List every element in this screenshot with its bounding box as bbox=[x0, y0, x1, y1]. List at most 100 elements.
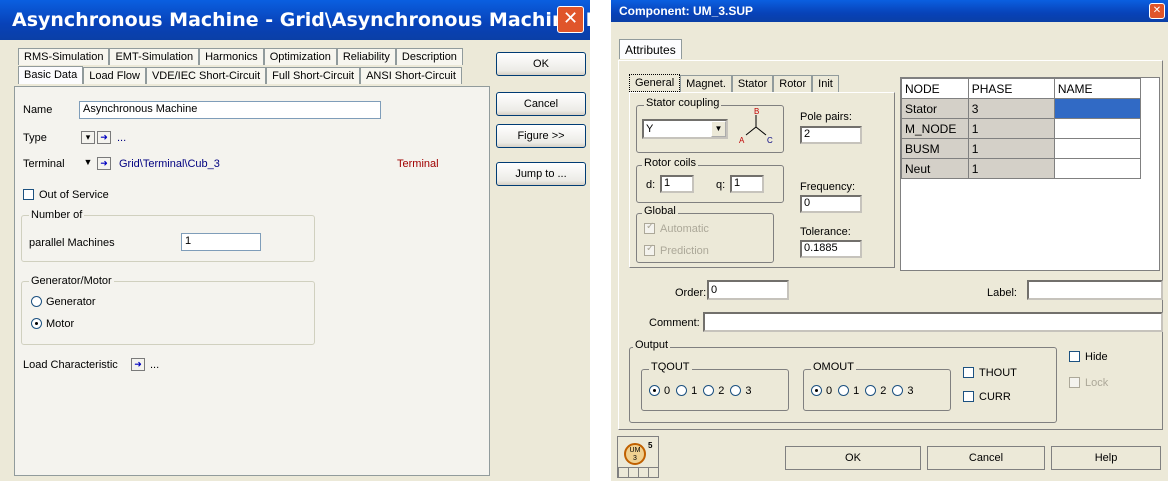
curr-checkbox[interactable]: CURR bbox=[963, 391, 1011, 403]
type-jump-arrow-icon[interactable]: ➜ bbox=[97, 131, 111, 144]
terminal-select-icon[interactable]: ▼ bbox=[81, 157, 95, 170]
tab-rotor[interactable]: Rotor bbox=[773, 75, 813, 92]
cell-phase[interactable]: 1 bbox=[967, 118, 1055, 139]
tqout-radio-2-icon[interactable] bbox=[703, 385, 715, 396]
component-help-button[interactable]: Help bbox=[1051, 446, 1161, 470]
generator-motor-group bbox=[21, 281, 315, 345]
component-symbol-icon[interactable]: UM 3 5 bbox=[617, 436, 659, 478]
tqout-radio-3[interactable]: 3 bbox=[730, 385, 752, 397]
cell-phase[interactable]: 1 bbox=[967, 138, 1055, 159]
cell-phase[interactable]: 1 bbox=[967, 158, 1055, 179]
tab-init[interactable]: Init bbox=[812, 75, 839, 92]
tab-magnet[interactable]: Magnet. bbox=[680, 75, 732, 92]
cell-phase[interactable]: 3 bbox=[967, 98, 1055, 119]
omout-radio-1[interactable]: 1 bbox=[838, 385, 859, 397]
name-field[interactable]: Asynchronous Machine bbox=[79, 101, 381, 119]
ok-button[interactable]: OK bbox=[496, 52, 586, 76]
table-row[interactable]: BUSM 1 bbox=[901, 138, 1142, 159]
tqout-radio-0-icon[interactable] bbox=[649, 385, 660, 396]
cell-name[interactable] bbox=[1053, 138, 1142, 159]
pole-pairs-field[interactable]: 2 bbox=[800, 126, 862, 144]
tab-vde-iec-short-circuit[interactable]: VDE/IEC Short-Circuit bbox=[145, 67, 267, 84]
table-row[interactable]: M_NODE 1 bbox=[901, 118, 1142, 139]
hide-checkbox[interactable]: Hide bbox=[1069, 351, 1108, 363]
cell-node[interactable]: M_NODE bbox=[901, 118, 969, 139]
component-title-bar[interactable]: Component: UM_3.SUP bbox=[611, 0, 1168, 22]
table-row[interactable]: Stator 3 bbox=[901, 98, 1142, 119]
d-field[interactable]: 1 bbox=[660, 175, 694, 193]
tqout-radio-0[interactable]: 0 bbox=[649, 385, 670, 397]
tqout-radio-1-icon[interactable] bbox=[676, 385, 688, 396]
terminal-jump-arrow-icon[interactable]: ➜ bbox=[97, 157, 111, 170]
cell-node[interactable]: Stator bbox=[901, 98, 969, 119]
curr-check-icon[interactable] bbox=[963, 391, 974, 402]
tab-basic-data[interactable]: Basic Data bbox=[18, 66, 84, 84]
tab-reliability[interactable]: Reliability bbox=[336, 48, 396, 65]
hide-check-icon[interactable] bbox=[1069, 351, 1080, 362]
table-row[interactable]: Neut 1 bbox=[901, 158, 1142, 179]
close-icon[interactable]: ✕ bbox=[557, 6, 584, 33]
tqout-radio-3-label: 3 bbox=[745, 385, 752, 397]
motor-radio-icon[interactable] bbox=[31, 318, 42, 329]
cell-name[interactable] bbox=[1053, 158, 1142, 179]
tab-emt-simulation[interactable]: EMT-Simulation bbox=[109, 48, 200, 65]
omout-radio-0-icon[interactable] bbox=[811, 385, 822, 396]
tqout-radio-2[interactable]: 2 bbox=[703, 385, 724, 397]
terminal-value[interactable]: Grid\Terminal\Cub_3 bbox=[119, 158, 220, 170]
generator-radio[interactable]: Generator bbox=[31, 296, 96, 308]
tab-ansi-short-circuit[interactable]: ANSI Short-Circuit bbox=[360, 67, 462, 84]
omout-radio-2[interactable]: 2 bbox=[865, 385, 886, 397]
thout-check-icon[interactable] bbox=[963, 367, 974, 378]
tab-general[interactable]: General bbox=[629, 74, 681, 92]
omout-radio-1-icon[interactable] bbox=[838, 385, 850, 396]
cell-node[interactable]: Neut bbox=[901, 158, 969, 179]
type-select-icon[interactable]: ▾ bbox=[81, 131, 95, 144]
tab-optimization[interactable]: Optimization bbox=[263, 48, 337, 65]
cell-node[interactable]: BUSM bbox=[901, 138, 969, 159]
tab-load-flow[interactable]: Load Flow bbox=[83, 67, 146, 84]
cancel-button[interactable]: Cancel bbox=[496, 92, 586, 116]
tab-full-short-circuit[interactable]: Full Short-Circuit bbox=[266, 67, 361, 84]
q-field[interactable]: 1 bbox=[730, 175, 764, 193]
dropdown-arrow-icon[interactable]: ▼ bbox=[711, 121, 726, 137]
load-characteristic-value[interactable]: ... bbox=[150, 359, 159, 371]
component-close-icon[interactable]: ✕ bbox=[1149, 3, 1165, 19]
generator-radio-icon[interactable] bbox=[31, 296, 42, 307]
tab-harmonics[interactable]: Harmonics bbox=[199, 48, 264, 65]
jump-to-button[interactable]: Jump to ... bbox=[496, 162, 586, 186]
tqout-radio-2-label: 2 bbox=[718, 385, 725, 397]
out-of-service-check-icon[interactable] bbox=[23, 189, 34, 200]
tab-stator[interactable]: Stator bbox=[731, 75, 774, 92]
tolerance-field[interactable]: 0.1885 bbox=[800, 240, 862, 258]
omout-radio-3[interactable]: 3 bbox=[892, 385, 914, 397]
component-ok-button[interactable]: OK bbox=[785, 446, 921, 470]
figure-button[interactable]: Figure >> bbox=[496, 124, 586, 148]
tqout-radio-1[interactable]: 1 bbox=[676, 385, 697, 397]
thout-checkbox[interactable]: THOUT bbox=[963, 367, 1017, 379]
order-field[interactable]: 0 bbox=[707, 280, 789, 300]
omout-radio-3-icon[interactable] bbox=[892, 385, 904, 396]
parallel-machines-field[interactable]: 1 bbox=[181, 233, 261, 251]
tab-description[interactable]: Description bbox=[395, 48, 463, 65]
cell-name-selected[interactable] bbox=[1053, 98, 1142, 119]
type-value[interactable]: ... bbox=[117, 132, 126, 144]
motor-radio[interactable]: Motor bbox=[31, 318, 74, 330]
stator-coupling-select[interactable]: Y ▼ bbox=[642, 119, 728, 139]
frequency-field[interactable]: 0 bbox=[800, 195, 862, 213]
omout-radio-2-icon[interactable] bbox=[865, 385, 877, 396]
symbol-badge: 5 bbox=[648, 441, 653, 450]
tolerance-label: Tolerance: bbox=[800, 226, 851, 238]
title-bar[interactable]: Asynchronous Machine - Grid\Asynchronous… bbox=[0, 0, 590, 40]
out-of-service-checkbox[interactable]: Out of Service bbox=[23, 189, 109, 201]
tab-rms-simulation[interactable]: RMS-Simulation bbox=[18, 48, 110, 65]
tab-attributes[interactable]: Attributes bbox=[619, 39, 682, 59]
omout-radio-0[interactable]: 0 bbox=[811, 385, 832, 397]
cell-name[interactable] bbox=[1053, 118, 1142, 139]
comment-field[interactable] bbox=[703, 312, 1163, 332]
load-characteristic-arrow-icon[interactable]: ➜ bbox=[131, 358, 145, 371]
component-cancel-button[interactable]: Cancel bbox=[927, 446, 1045, 470]
tab-attributes-label: Attributes bbox=[625, 43, 676, 57]
phase-c-label: C bbox=[767, 136, 773, 145]
label-field[interactable] bbox=[1027, 280, 1163, 300]
tqout-radio-3-icon[interactable] bbox=[730, 385, 742, 396]
